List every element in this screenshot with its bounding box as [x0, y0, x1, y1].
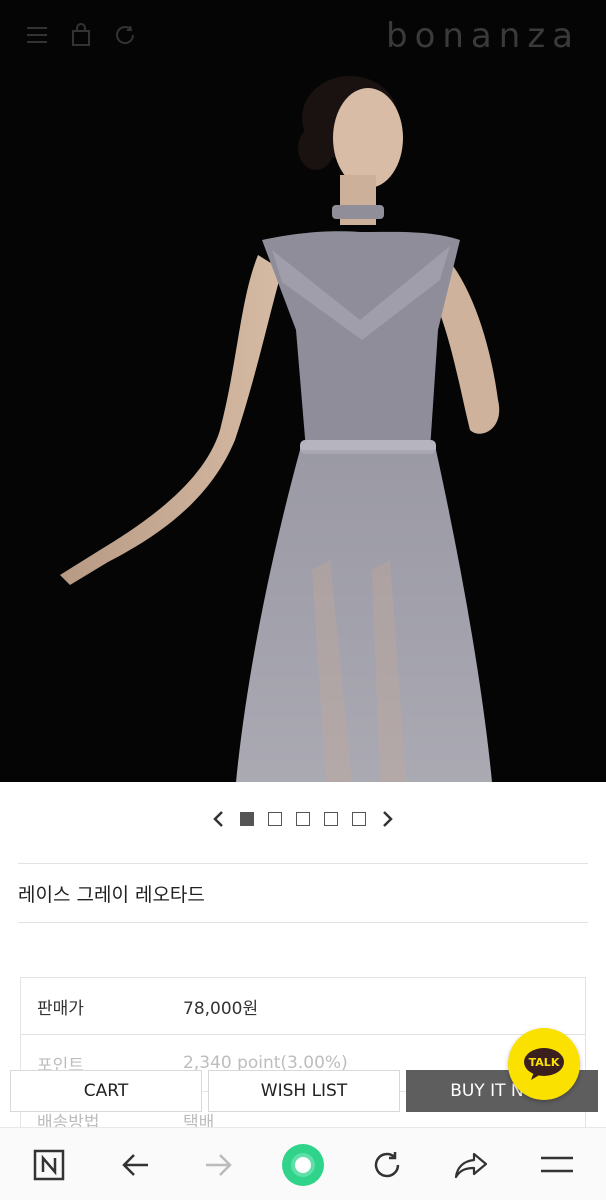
- cart-button[interactable]: CART: [10, 1070, 202, 1112]
- back-arrow-icon[interactable]: [112, 1142, 158, 1188]
- menu-icon[interactable]: [24, 22, 50, 48]
- browser-toolbar: [0, 1127, 606, 1200]
- pager-dot[interactable]: [352, 812, 366, 826]
- pager-dot[interactable]: [324, 812, 338, 826]
- talk-label: TALK: [528, 1056, 560, 1069]
- info-label: 판매가: [37, 998, 84, 1019]
- pager-dot[interactable]: [240, 812, 254, 826]
- info-value: 78,000원: [183, 998, 259, 1019]
- home-circle-icon[interactable]: [280, 1142, 326, 1188]
- product-photo: [0, 0, 606, 782]
- pager-dots: [240, 812, 366, 826]
- kakao-talk-button[interactable]: TALK: [508, 1028, 580, 1100]
- brand-logo[interactable]: bonanza: [386, 16, 580, 56]
- browser-menu-icon[interactable]: [534, 1142, 580, 1188]
- chevron-left-icon: [213, 811, 223, 827]
- product-info-table: 판매가 78,000원 포인트 2,340 point(3.00%) 배송방법 …: [20, 977, 586, 1149]
- info-row-price: 판매가 78,000원: [21, 978, 585, 1035]
- chevron-right-icon: [383, 811, 393, 827]
- reload-icon[interactable]: [364, 1142, 410, 1188]
- divider: [18, 863, 588, 864]
- image-pager: [0, 808, 606, 830]
- product-image[interactable]: bonanza: [0, 0, 606, 782]
- divider: [18, 922, 588, 923]
- pager-dot[interactable]: [296, 812, 310, 826]
- pager-dot[interactable]: [268, 812, 282, 826]
- forward-arrow-icon: [196, 1142, 242, 1188]
- next-image-button[interactable]: [374, 808, 402, 830]
- wish-list-button[interactable]: WISH LIST: [208, 1070, 400, 1112]
- refresh-icon[interactable]: [112, 22, 138, 48]
- share-icon[interactable]: [448, 1142, 494, 1188]
- product-name: 레이스 그레이 레오타드: [18, 884, 205, 906]
- naver-icon[interactable]: [26, 1142, 72, 1188]
- prev-image-button[interactable]: [204, 808, 232, 830]
- bag-icon[interactable]: [68, 22, 94, 48]
